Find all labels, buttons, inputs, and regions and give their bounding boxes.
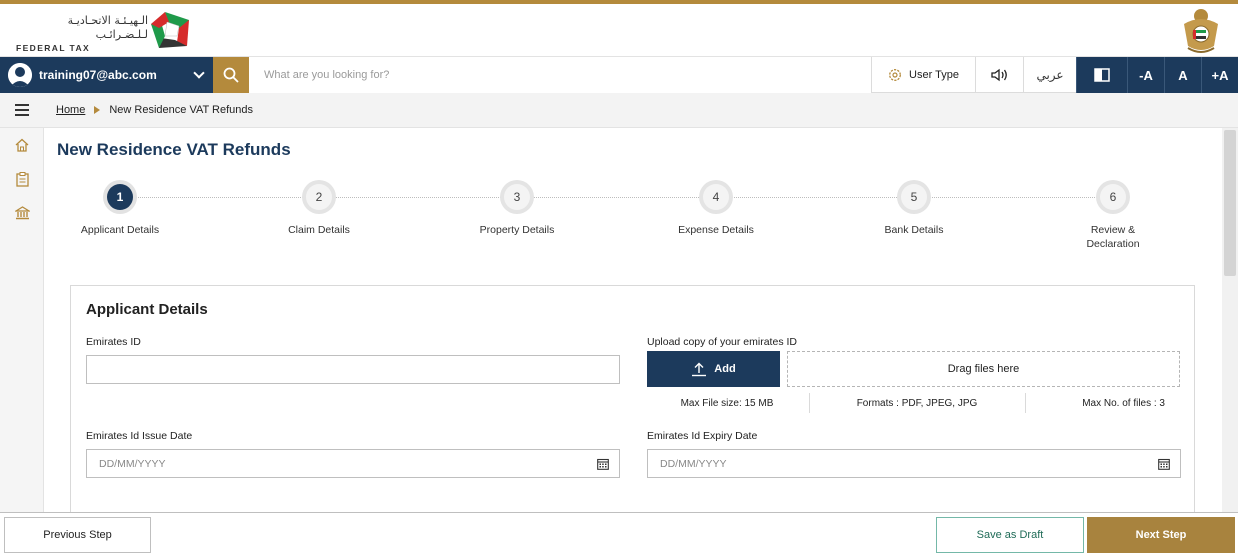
breadcrumb-arrow-icon — [94, 106, 101, 114]
font-normal-button[interactable]: A — [1164, 57, 1201, 93]
font-decrease-button[interactable]: -A — [1127, 57, 1164, 93]
home-icon — [15, 138, 29, 152]
file-drop-zone[interactable]: Drag files here — [787, 351, 1180, 387]
expiry-date-field[interactable]: DD/MM/YYYY — [647, 449, 1181, 478]
chevron-down-icon — [193, 67, 205, 79]
sidebar-item-bank[interactable] — [0, 196, 44, 230]
step-label: Claim Details — [288, 224, 350, 236]
breadcrumb-current: New Residence VAT Refunds — [109, 104, 254, 116]
emirates-id-input[interactable] — [86, 355, 620, 384]
left-sidebar — [0, 128, 44, 512]
step-number: 2 — [306, 184, 332, 210]
hamburger-menu-icon[interactable] — [0, 93, 44, 128]
previous-step-button[interactable]: Previous Step — [4, 517, 151, 553]
issue-date-placeholder: DD/MM/YYYY — [99, 457, 166, 470]
step-review-declaration[interactable]: 6 Review & Declaration — [1048, 180, 1178, 251]
add-file-button[interactable]: Add — [647, 351, 780, 387]
calendar-icon[interactable] — [597, 458, 609, 470]
site-header: الـهيـئـة الاتحـاديـة لـلـضـرائـب FEDERA… — [0, 4, 1238, 65]
breadcrumb-home-link[interactable]: Home — [56, 104, 85, 116]
step-property-details[interactable]: 3 Property Details — [452, 180, 582, 237]
sidebar-item-tasks[interactable] — [0, 162, 44, 196]
logo-arabic: الـهيـئـة الاتحـاديـة لـلـضـرائـب — [67, 14, 148, 41]
save-draft-button[interactable]: Save as Draft — [936, 517, 1084, 553]
fta-logo-mark-icon[interactable] — [148, 8, 194, 52]
step-number: 5 — [901, 184, 927, 210]
search-input[interactable] — [249, 57, 871, 93]
scrollbar-thumb[interactable] — [1224, 130, 1236, 276]
max-file-count: Max No. of files : 3 — [1082, 398, 1165, 409]
step-number: 3 — [504, 184, 530, 210]
footer-actions: Previous Step Save as Draft Next Step — [0, 512, 1238, 558]
step-label: Review & Declaration — [1086, 224, 1140, 250]
uae-emblem-icon — [1184, 9, 1218, 53]
expiry-date-placeholder: DD/MM/YYYY — [660, 457, 727, 470]
step-label: Applicant Details — [80, 224, 160, 236]
step-number: 4 — [703, 184, 729, 210]
emirates-id-label: Emirates ID — [86, 336, 141, 348]
step-label: Bank Details — [884, 224, 944, 236]
divider — [1025, 393, 1026, 413]
step-claim-details[interactable]: 2 Claim Details — [254, 180, 384, 237]
upload-label: Upload copy of your emirates ID — [647, 336, 797, 348]
section-title: Applicant Details — [86, 301, 208, 318]
contrast-icon — [1094, 68, 1110, 82]
speaker-icon — [990, 68, 1007, 82]
step-applicant-details[interactable]: 1 Applicant Details — [55, 180, 185, 237]
next-step-button[interactable]: Next Step — [1087, 517, 1235, 553]
calendar-icon[interactable] — [1158, 458, 1170, 470]
contrast-toggle[interactable] — [1076, 57, 1127, 93]
max-file-size: Max File size: 15 MB — [680, 398, 774, 409]
bank-icon — [14, 206, 30, 220]
user-menu[interactable]: training07@abc.com — [0, 57, 213, 93]
read-aloud-button[interactable] — [975, 57, 1023, 93]
applicant-details-card: Applicant Details Emirates ID Upload cop… — [70, 285, 1195, 525]
user-avatar-icon — [8, 63, 32, 87]
search-icon — [223, 67, 239, 83]
page-title: New Residence VAT Refunds — [57, 140, 291, 159]
expiry-date-label: Emirates Id Expiry Date — [647, 430, 758, 442]
user-email: training07@abc.com — [39, 68, 157, 82]
step-number: 6 — [1100, 184, 1126, 210]
issue-date-label: Emirates Id Issue Date — [86, 430, 193, 442]
language-toggle[interactable]: عربي — [1023, 57, 1076, 93]
top-navbar: training07@abc.com User Type عربي -A A +… — [0, 57, 1238, 93]
upload-icon — [692, 362, 707, 376]
user-type-button[interactable]: User Type — [871, 57, 975, 93]
search-button[interactable] — [213, 57, 249, 93]
step-expense-details[interactable]: 4 Expense Details — [651, 180, 781, 237]
accepted-formats: Formats : PDF, JPEG, JPG — [856, 398, 978, 409]
clipboard-icon — [15, 171, 29, 187]
sidebar-item-home[interactable] — [0, 128, 44, 162]
step-number: 1 — [107, 184, 133, 210]
issue-date-field[interactable]: DD/MM/YYYY — [86, 449, 620, 478]
add-button-label: Add — [714, 363, 736, 375]
font-increase-button[interactable]: +A — [1201, 57, 1238, 93]
step-label: Expense Details — [678, 224, 754, 236]
step-bank-details[interactable]: 5 Bank Details — [849, 180, 979, 237]
step-label: Property Details — [479, 224, 555, 236]
user-type-label: User Type — [909, 69, 959, 81]
divider — [809, 393, 810, 413]
breadcrumb: Home New Residence VAT Refunds — [0, 93, 1238, 128]
gear-icon — [889, 69, 901, 81]
